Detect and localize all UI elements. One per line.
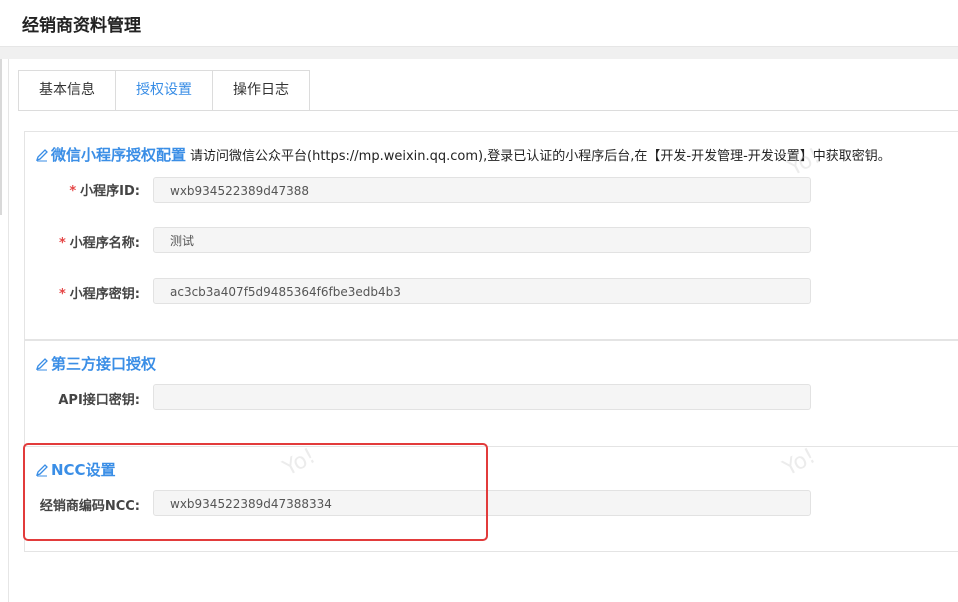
tab-auth-settings[interactable]: 授权设置: [116, 70, 213, 111]
miniapp-id-field[interactable]: wxb934522389d47388: [153, 177, 811, 203]
pencil-icon: [35, 358, 48, 371]
required-mark: *: [58, 287, 66, 302]
page-title: 经销商资料管理: [22, 16, 141, 36]
api-key-field[interactable]: [153, 384, 811, 410]
miniapp-name-field[interactable]: 测试: [153, 227, 811, 253]
tab-underline: [18, 110, 958, 111]
api-section-title: 第三方接口授权: [35, 353, 156, 374]
required-mark: *: [58, 236, 66, 251]
tab-basic-info[interactable]: 基本信息: [18, 70, 116, 111]
wechat-section-note: 请访问微信公众平台(https://mp.weixin.qq.com),登录已认…: [190, 149, 891, 164]
tab-operation-log[interactable]: 操作日志: [213, 70, 310, 111]
wechat-section-title: 微信小程序授权配置 请访问微信公众平台(https://mp.weixin.qq.…: [35, 144, 891, 165]
miniapp-name-label: * 小程序名称:: [58, 236, 140, 251]
tab-bar: 基本信息 授权设置 操作日志: [18, 70, 310, 111]
wechat-section-title-text: 微信小程序授权配置: [51, 146, 187, 164]
miniapp-secret-label: * 小程序密钥:: [58, 287, 140, 302]
pencil-icon: [35, 149, 48, 162]
highlight-box: [23, 443, 488, 541]
api-section-title-text: 第三方接口授权: [51, 355, 157, 373]
api-key-label: API接口密钥:: [58, 393, 140, 408]
page-header: 经销商资料管理: [0, 0, 958, 47]
miniapp-id-label: * 小程序ID:: [69, 184, 140, 199]
required-mark: *: [69, 184, 77, 199]
miniapp-secret-field[interactable]: ac3cb3a407f5d9485364f6fbe3edb4b3: [153, 278, 811, 304]
header-divider: [0, 47, 958, 59]
